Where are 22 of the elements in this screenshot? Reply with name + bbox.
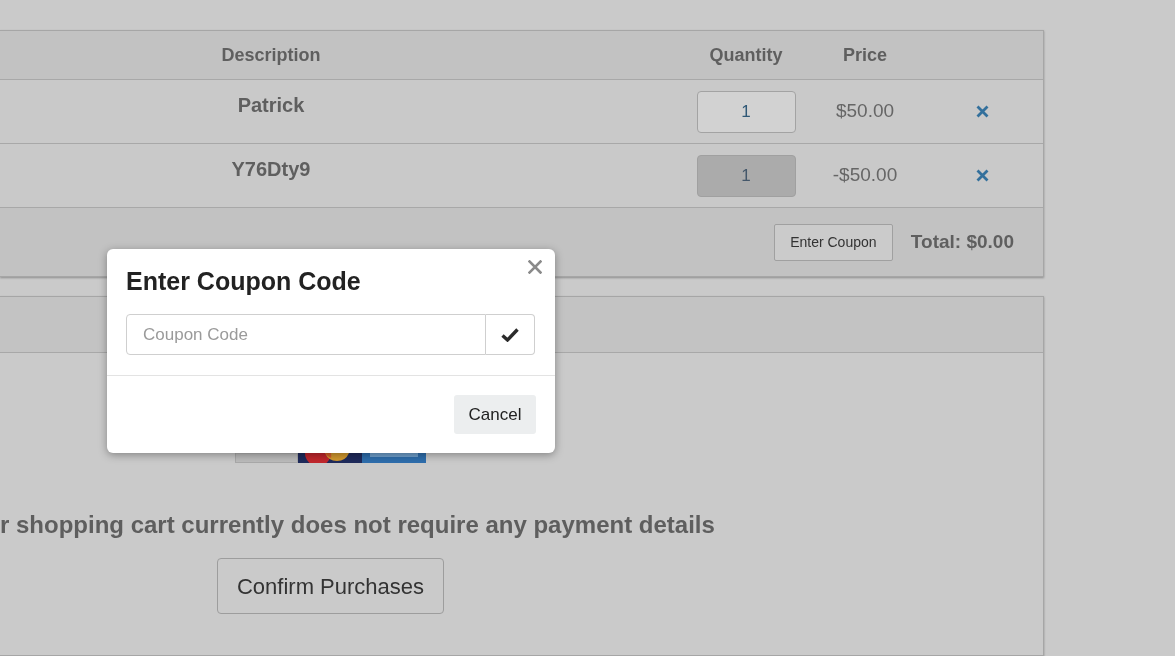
column-header: Quantity: [709, 43, 783, 67]
close-icon[interactable]: [528, 260, 542, 274]
column-header: Description: [221, 43, 321, 67]
cancel-button[interactable]: Cancel: [454, 395, 536, 434]
table-cell-text: Patrick: [237, 93, 305, 118]
apply-button[interactable]: [486, 314, 535, 355]
coupon-code-field[interactable]: Coupon Code: [126, 314, 486, 355]
total-label: Total: $0.00: [910, 229, 1014, 254]
column-header: Price: [842, 43, 887, 67]
check-icon: [501, 327, 519, 342]
confirm-purchases-button[interactable]: Confirm Purchases: [217, 558, 444, 614]
dialog-title: Enter Coupon Code: [126, 266, 361, 297]
payment-card-icon: [298, 453, 362, 463]
price-cell-text: $50.00: [835, 99, 895, 124]
payment-card-icon: [362, 453, 426, 463]
x-mark-icon[interactable]: [976, 169, 989, 182]
price-cell-text: -$50.00: [832, 163, 898, 188]
enter-coupon-button[interactable]: Enter Coupon: [773, 223, 893, 261]
quantity-field[interactable]: 1: [696, 90, 796, 133]
payment-message: r shopping cart currently does not require any payment details: [0, 510, 715, 540]
x-mark-icon[interactable]: [976, 105, 989, 118]
table-cell-text: Y76Dty9: [231, 157, 311, 182]
